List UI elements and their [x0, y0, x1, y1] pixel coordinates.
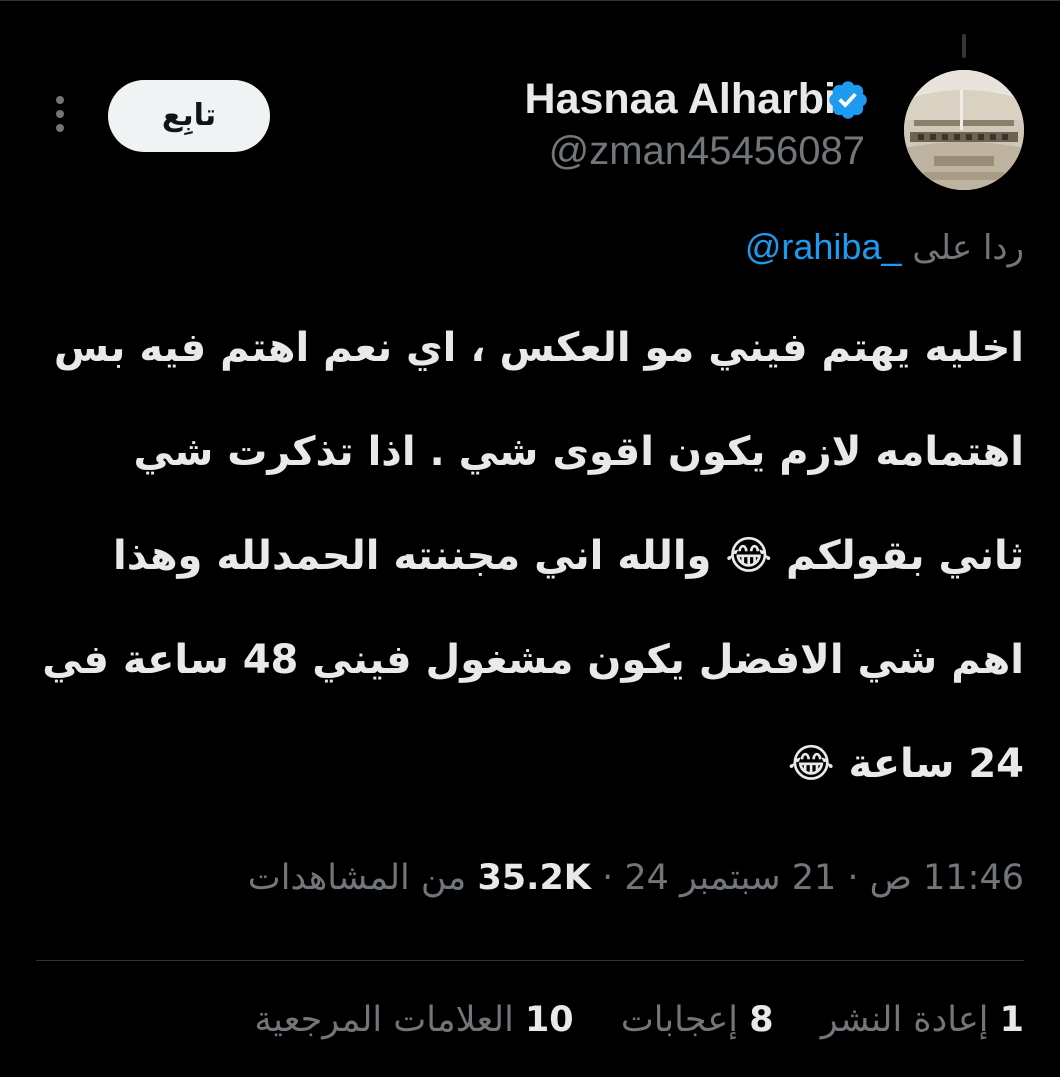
reply-context: ردا على @rahiba_: [745, 222, 1024, 273]
top-divider: [0, 0, 1060, 1]
stat-label: إعادة النشر: [820, 1000, 989, 1040]
views-count: 35.2K: [477, 858, 591, 898]
likes-stat[interactable]: 8 إعجابات: [621, 992, 774, 1048]
stat-label: العلامات المرجعية: [254, 1000, 514, 1040]
more-options-icon[interactable]: [50, 96, 70, 140]
tweet-meta: 11:46 ص · 21 سبتمبر 24 · 35.2K من المشاه…: [248, 848, 1024, 908]
stats-divider: [36, 960, 1024, 961]
stat-label: إعجابات: [620, 1000, 739, 1040]
author-name[interactable]: Hasnaa Alharbi: [525, 74, 836, 124]
bookmarks-stat[interactable]: 10 العلامات المرجعية: [254, 992, 573, 1048]
stat-count: 10: [524, 1000, 574, 1040]
verified-badge-icon: [829, 81, 867, 119]
tweet-date[interactable]: 21 سبتمبر 24: [624, 858, 836, 898]
author-handle[interactable]: @zman45456087: [549, 126, 865, 176]
meta-separator: ·: [602, 858, 614, 898]
tweet-text: اخليه يهتم فيني مو العكس ، اي نعم اهتم ف…: [28, 325, 1024, 787]
reply-prefix: ردا على: [912, 228, 1024, 268]
stat-count: 1: [999, 1000, 1024, 1040]
meta-separator: ·: [847, 858, 859, 898]
stat-count: 8: [749, 1000, 774, 1040]
avatar-image: [904, 70, 1024, 190]
tweet-time[interactable]: 11:46 ص: [870, 858, 1024, 898]
views-label: من المشاهدات: [247, 858, 467, 898]
engagement-stats: 1 إعادة النشر 8 إعجابات 10 العلامات المر…: [254, 992, 1024, 1048]
follow-button[interactable]: تابِع: [108, 80, 270, 152]
reposts-stat[interactable]: 1 إعادة النشر: [821, 992, 1024, 1048]
author-avatar[interactable]: [904, 70, 1024, 190]
reply-mention-link[interactable]: @rahiba_: [745, 222, 902, 272]
thread-connector-line: [962, 34, 966, 58]
